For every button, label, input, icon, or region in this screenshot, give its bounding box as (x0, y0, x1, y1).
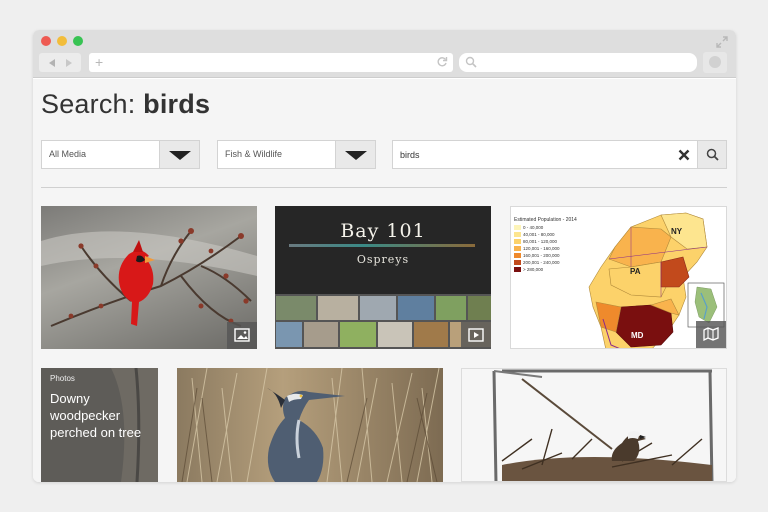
minimize-window-button[interactable] (57, 36, 67, 46)
reload-icon[interactable] (436, 56, 448, 68)
address-bar[interactable]: + (89, 53, 453, 72)
search-input[interactable] (400, 148, 660, 162)
video-subtitle: Ospreys (356, 253, 410, 266)
plus-icon[interactable]: + (95, 54, 103, 71)
result-card-map[interactable]: Estimated Population - 2014 0 - 40,000 4… (510, 206, 727, 349)
state-label: NY (671, 227, 683, 236)
heading-prefix: Search: (41, 89, 136, 119)
play-icon (468, 328, 484, 342)
state-label: MD (631, 331, 644, 340)
result-card-video[interactable]: Bay 101 Ospreys (275, 206, 491, 349)
heron-photo (181, 368, 440, 482)
video-badge (461, 322, 491, 349)
search-button[interactable] (697, 141, 726, 168)
search-box (392, 140, 727, 169)
browser-search-field[interactable] (459, 53, 697, 72)
card-caption: Downy woodpecker perched on tree (50, 391, 142, 440)
topic-value: Fish & Wildlife (225, 149, 283, 159)
divider (41, 187, 727, 188)
thumbnail-strip (275, 294, 491, 349)
back-arrow-icon[interactable] (48, 58, 55, 67)
media-type-label: Photos (50, 374, 75, 383)
forward-arrow-icon[interactable] (65, 58, 72, 67)
map-icon (703, 327, 719, 341)
result-card-osprey-nest[interactable] (461, 368, 727, 482)
circle-icon (709, 56, 721, 68)
browser-window: + Search: birds All Media Fish & Wildlif… (33, 30, 736, 482)
history-nav (39, 53, 81, 72)
video-title: Bay 101 (340, 220, 426, 242)
media-type-value: All Media (49, 149, 87, 159)
chevron-down-icon[interactable] (159, 141, 199, 168)
title-underline (289, 244, 475, 247)
state-label: PA (630, 267, 641, 276)
search-icon (706, 148, 719, 161)
topic-dropdown[interactable]: Fish & Wildlife (217, 140, 376, 169)
page-content: Search: birds All Media Fish & Wildlife (33, 79, 736, 482)
chevron-down-icon[interactable] (335, 141, 375, 168)
heading-term: birds (143, 89, 211, 119)
fullscreen-icon[interactable] (716, 36, 728, 48)
image-icon (234, 328, 250, 342)
population-map (588, 212, 725, 348)
map-badge (696, 321, 726, 348)
image-badge (227, 322, 257, 349)
result-card-photos[interactable]: Photos Downy woodpecker perched on tree (41, 368, 158, 482)
result-card-cardinal[interactable] (41, 206, 257, 349)
clear-icon[interactable] (678, 149, 690, 161)
browser-toolbar: + (33, 30, 736, 78)
osprey-nest-photo (462, 369, 726, 481)
media-type-dropdown[interactable]: All Media (41, 140, 200, 169)
search-icon (465, 56, 477, 68)
extension-button[interactable] (703, 52, 727, 73)
cardinal-photo (41, 228, 257, 327)
close-window-button[interactable] (41, 36, 51, 46)
page-title: Search: birds (41, 89, 210, 120)
maximize-window-button[interactable] (73, 36, 83, 46)
result-card-heron[interactable] (177, 368, 443, 482)
